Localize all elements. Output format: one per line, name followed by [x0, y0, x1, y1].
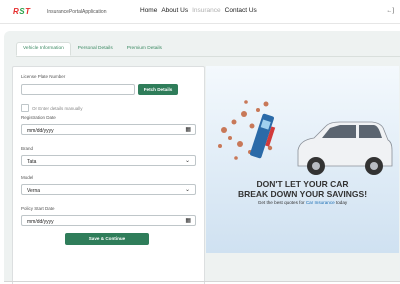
registration-date-input[interactable]: mm/dd/yyyy ▦ — [21, 124, 196, 135]
registration-date-value: mm/dd/yyyy — [27, 128, 54, 134]
manual-entry-row: Or Enter details manually — [21, 104, 83, 112]
form-tabs: Vehicle Information Personal Details Pre… — [16, 42, 169, 56]
calendar-icon[interactable]: ▦ — [185, 218, 191, 224]
model-select[interactable]: Verna ⌄ — [21, 184, 196, 195]
model-selected-value: Verna — [27, 188, 41, 194]
app-name: InsurancePortalApplication — [47, 9, 107, 15]
tab-personal-details[interactable]: Personal Details — [70, 42, 120, 56]
brand-selected-value: Tata — [27, 159, 37, 165]
fuel-pump-illustration — [250, 113, 276, 159]
plate-label: License Plate Number — [21, 74, 66, 79]
chevron-down-icon: ⌄ — [184, 158, 190, 164]
banner-tagline: Get the best quotes for Car Insurance to… — [206, 200, 399, 205]
footer-divider — [4, 281, 400, 282]
main-nav: Home About Us Insurance Contact Us — [140, 7, 257, 14]
top-navbar: RST InsurancePortalApplication Home Abou… — [0, 0, 400, 24]
policy-start-date-label: Policy Start Date — [21, 206, 55, 211]
banner-illustration — [218, 100, 393, 175]
tab-vehicle-information[interactable]: Vehicle Information — [16, 42, 71, 56]
tagline-suffix: today — [334, 200, 348, 205]
nav-contact-us[interactable]: Contact Us — [225, 7, 257, 14]
tagline-prefix: Get the best quotes for — [257, 200, 306, 205]
registration-date-label: Registration Date — [21, 115, 56, 120]
promo-banner: DON'T LET YOUR CAR BREAK DOWN YOUR SAVIN… — [206, 66, 399, 253]
nav-about-us[interactable]: About Us — [161, 7, 188, 14]
plate-input[interactable] — [21, 84, 135, 95]
save-continue-button[interactable]: Save & Continue — [65, 233, 149, 245]
nav-insurance[interactable]: Insurance — [192, 7, 221, 14]
brand-logo[interactable]: RST — [13, 7, 31, 16]
brand-label: Brand — [21, 146, 34, 151]
manual-entry-checkbox[interactable] — [21, 104, 29, 112]
policy-start-date-value: mm/dd/yyyy — [27, 219, 54, 225]
manual-entry-label: Or Enter details manually — [32, 105, 83, 111]
banner-headline-line2: BREAK DOWN YOUR SAVINGS! — [237, 189, 368, 199]
calendar-icon[interactable]: ▦ — [185, 127, 191, 133]
logout-icon[interactable]: ←] — [386, 8, 394, 14]
brand-select[interactable]: Tata ⌄ — [21, 155, 196, 166]
model-label: Model — [21, 175, 34, 180]
main-content: Vehicle Information Personal Details Pre… — [4, 31, 400, 284]
policy-start-date-input[interactable]: mm/dd/yyyy ▦ — [21, 215, 196, 226]
nav-home[interactable]: Home — [140, 7, 157, 14]
vehicle-form-card: License Plate Number Fetch Details Or En… — [12, 66, 205, 284]
chevron-down-icon: ⌄ — [184, 187, 190, 193]
tab-divider — [16, 56, 400, 57]
tagline-highlight: Car Insurance — [305, 200, 335, 205]
banner-headline-line1: DON'T LET YOUR CAR — [256, 179, 349, 189]
car-illustration — [297, 121, 393, 175]
fetch-details-button[interactable]: Fetch Details — [138, 84, 178, 95]
tab-premium-details[interactable]: Premium Details — [119, 42, 169, 56]
